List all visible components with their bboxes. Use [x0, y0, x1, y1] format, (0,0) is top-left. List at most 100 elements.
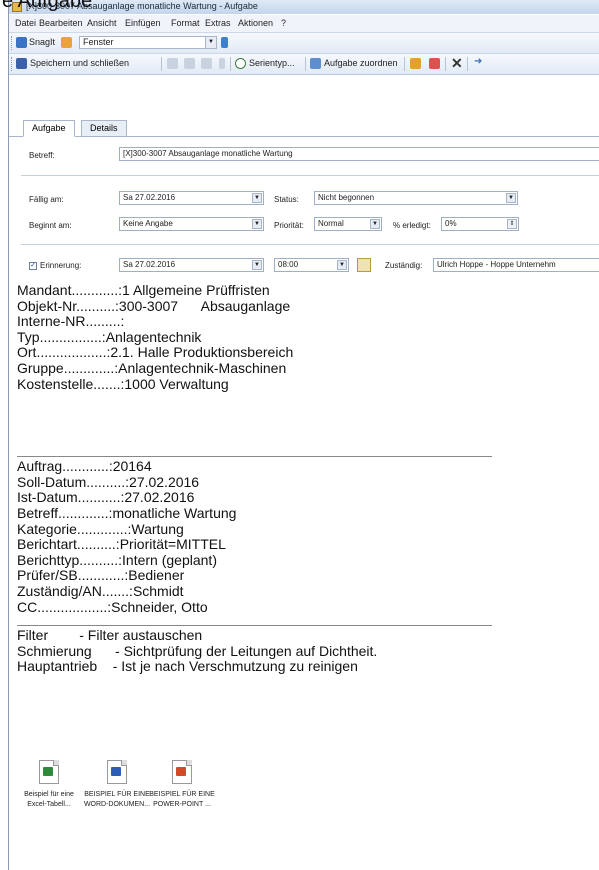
start-date-field[interactable]: Keine Angabe ▼ [119, 217, 264, 231]
body-line: Hauptantrieb - Ist je nach Verschmutzung… [17, 658, 358, 675]
menu-extras[interactable]: Extras [205, 18, 231, 28]
body-divider [17, 625, 492, 627]
chevron-down-icon[interactable]: ▼ [252, 260, 262, 270]
excel-icon [39, 760, 59, 784]
follow-up-icon[interactable] [429, 58, 440, 69]
save-icon [16, 58, 27, 69]
percent-label: % erledigt: [393, 221, 431, 230]
toolbar-grip[interactable] [11, 36, 14, 50]
due-date-field[interactable]: Sa 27.02.2016 ▼ [119, 191, 264, 205]
body-line: Typ................:Anlagentechnik [17, 328, 202, 345]
maintenance-steps-block: Filter - Filter austauschen Schmierung - … [17, 627, 577, 675]
delete-icon[interactable]: ✕ [451, 55, 463, 72]
toolbar-separator [467, 57, 468, 71]
toolbar-separator [305, 57, 306, 71]
menu-einfuegen[interactable]: Einfügen [125, 18, 161, 28]
tab-strip: Aufgabe Details [9, 118, 599, 137]
reminder-checkbox[interactable]: ✓ [29, 262, 37, 270]
body-line: Berichttyp..........:Intern (geplant) [17, 551, 217, 568]
chevron-down-icon[interactable]: ▼ [252, 193, 262, 203]
snagit-button[interactable]: SnagIt [29, 37, 55, 47]
attachment-powerpoint[interactable]: BEISPIEL FÜR EINE POWER-POINT ... [147, 760, 217, 810]
body-line: Prüfer/SB............:Bediener [17, 567, 185, 584]
attachment-label-line2: Excel-Tabell... [27, 801, 71, 808]
task-window: [X]300-3007 Absauganlage monatliche Wart… [8, 0, 599, 870]
body-line: Gruppe.............:Anlagentechnik-Masch… [17, 359, 287, 376]
body-line: Soll-Datum..........:27.02.2016 [17, 473, 200, 490]
chevron-down-icon[interactable]: ▼ [337, 260, 347, 270]
reminder-time-field[interactable]: 08:00 ▼ [274, 258, 349, 272]
attachment-label-line1: Beispiel für eine [24, 791, 74, 798]
status-label: Status: [274, 195, 299, 204]
chevron-down-icon[interactable]: ▼ [252, 219, 262, 229]
body-line: Interne-NR.........: [17, 313, 125, 330]
body-line: Kategorie.............:Wartung [17, 520, 184, 537]
attachment-excel[interactable]: Beispiel für eine Excel-Tabell... [14, 760, 84, 810]
snagit-icon [16, 37, 27, 48]
cut-icon[interactable] [167, 58, 178, 69]
series-type-button[interactable]: Serientyp... [249, 58, 295, 68]
tab-aufgabe[interactable]: Aufgabe [23, 120, 75, 137]
status-dropdown[interactable]: Nicht begonnen ▼ [314, 191, 518, 205]
body-line: Ort..................:2.1. Halle Produkt… [17, 344, 294, 361]
attach-icon[interactable] [219, 58, 225, 69]
body-line: Berichtart..........:Priorität=MITTEL [17, 536, 226, 553]
window-combo[interactable]: Fenster ▼ [79, 36, 217, 49]
tab-details[interactable]: Details [81, 120, 127, 136]
due-label: Fällig am: [29, 195, 64, 204]
body-line: Kostenstelle.......:1000 Verwaltung [17, 375, 229, 392]
body-line: Zuständig/AN.......:Schmidt [17, 582, 184, 599]
body-line: Ist-Datum...........:27.02.2016 [17, 489, 195, 506]
overlay-heading: e Aufgabe [2, 0, 93, 12]
reminder-date-field[interactable]: Sa 27.02.2016 ▼ [119, 258, 264, 272]
attachment-label-line2: POWER-POINT ... [153, 801, 211, 808]
body-divider [17, 456, 492, 458]
save-close-button[interactable]: Speichern und schließen [30, 58, 129, 68]
body-line: Objekt-Nr..........:300-3007 Absauganlag… [17, 297, 291, 314]
body-line: Auftrag............:20164 [17, 458, 152, 475]
owner-label: Zuständig: [385, 261, 423, 270]
arrow-right-icon[interactable]: ➜ [474, 56, 482, 67]
menu-bearbeiten[interactable]: Bearbeiten [39, 18, 83, 28]
toolbar-separator [445, 57, 446, 71]
assign-task-button[interactable]: Aufgabe zuordnen [324, 58, 398, 68]
word-icon [107, 760, 127, 784]
percent-complete-field[interactable]: 0% ⇕ [441, 217, 519, 231]
divider [21, 244, 599, 245]
order-info-block: Auftrag............:20164 Soll-Datum.....… [17, 459, 577, 615]
main-toolbar: Speichern und schließen Serientyp... Auf… [9, 54, 599, 75]
attachment-label-line1: BEISPIEL FÜR EINE [149, 791, 215, 798]
attachment-label-line2: WORD-DOKUMEN... [83, 801, 151, 808]
mark-complete-icon[interactable] [410, 58, 421, 69]
toolbar-grip[interactable] [11, 57, 14, 71]
owner-field[interactable]: Ulrich Hoppe - Hoppe Unternehm [433, 258, 599, 272]
menu-aktionen[interactable]: Aktionen [238, 18, 273, 28]
toolbar-separator [404, 57, 405, 71]
spinner-icon[interactable]: ⇕ [507, 219, 517, 229]
body-line: CC..................:Schneider, Otto [17, 598, 208, 615]
subject-field[interactable]: [X]300-3007 Absauganlage monatliche Wart… [119, 147, 599, 161]
menu-ansicht[interactable]: Ansicht [87, 18, 117, 28]
attachment-word[interactable]: BEISPIEL FÜR EINE WORD-DOKUMEN... [82, 760, 152, 810]
menu-format[interactable]: Format [171, 18, 200, 28]
sound-icon[interactable] [357, 258, 371, 272]
menu-datei[interactable]: Datei [15, 18, 36, 28]
attachment-label-line1: BEISPIEL FÜR EINE [84, 791, 150, 798]
left-margin [0, 0, 8, 870]
chevron-down-icon[interactable]: ▼ [506, 193, 516, 203]
capture-icon[interactable] [61, 37, 72, 48]
capture-settings-icon[interactable] [221, 37, 228, 48]
task-body[interactable]: Mandant............:1 Allgemeine Prüffri… [17, 282, 577, 675]
menu-help[interactable]: ? [281, 18, 286, 28]
copy-icon[interactable] [184, 58, 195, 69]
assign-task-icon [310, 58, 321, 69]
body-line: Schmierung - Sichtprüfung der Leitungen … [17, 642, 378, 659]
chevron-down-icon[interactable]: ▼ [205, 37, 216, 48]
paste-icon[interactable] [201, 58, 212, 69]
chevron-down-icon[interactable]: ▼ [370, 219, 380, 229]
body-line: Betreff.............:monatliche Wartung [17, 504, 237, 521]
title-bar: [X]300-3007 Absauganlage monatliche Wart… [9, 0, 599, 14]
priority-dropdown[interactable]: Normal ▼ [314, 217, 382, 231]
